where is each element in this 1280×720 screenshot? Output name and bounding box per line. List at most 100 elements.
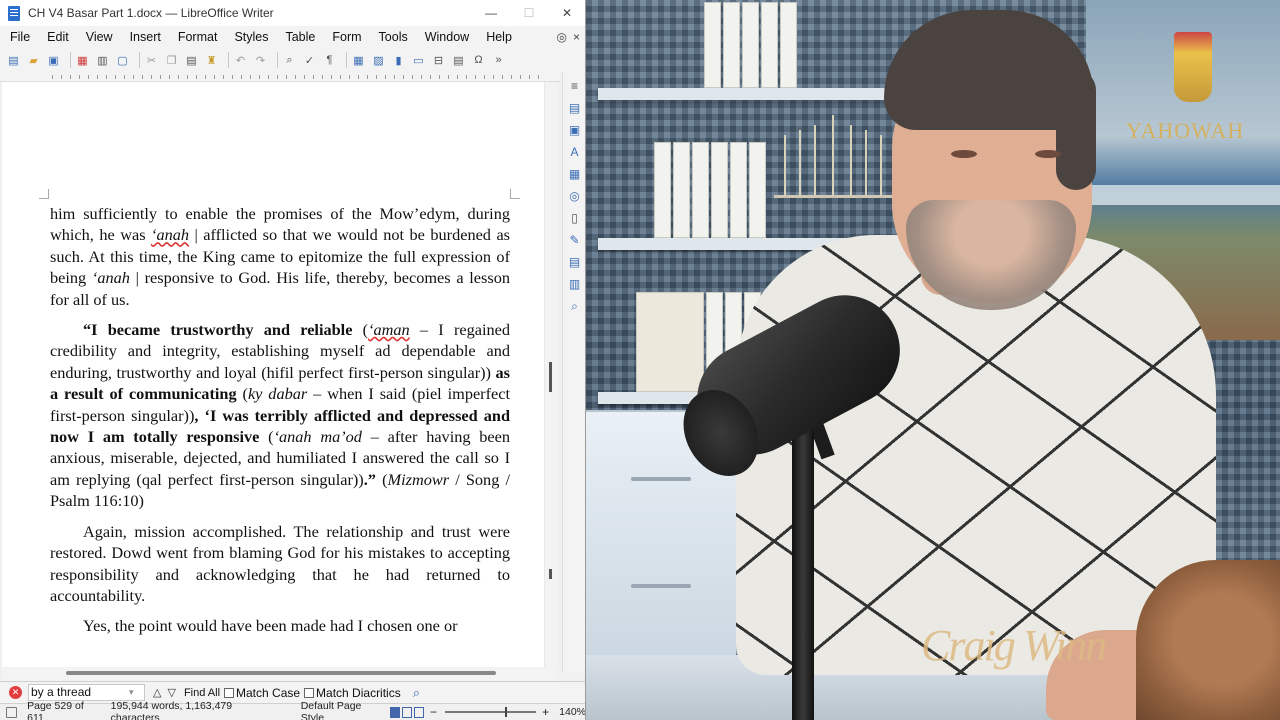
scrollbar-thumb[interactable] xyxy=(549,362,552,392)
speaker-hair-side xyxy=(1056,70,1096,190)
insert-page-break-icon[interactable]: ⊟ xyxy=(431,53,446,68)
match-case-checkbox[interactable] xyxy=(224,687,235,698)
vertical-scrollbar[interactable] xyxy=(545,82,557,667)
menu-file[interactable]: File xyxy=(0,30,37,44)
undo-icon[interactable]: ↶ xyxy=(233,53,248,68)
document-paragraph[interactable]: him sufficiently to enable the promises … xyxy=(50,203,510,310)
print-icon[interactable]: ▥ xyxy=(95,53,110,68)
new-document-icon[interactable]: ▤ xyxy=(6,53,21,68)
menu-tools[interactable]: Tools xyxy=(369,30,415,44)
document-page[interactable]: him sufficiently to enable the promises … xyxy=(2,82,544,667)
ruler-tick xyxy=(502,75,503,79)
find-replace-icon[interactable]: ⌕ xyxy=(413,685,420,701)
find-icon[interactable]: ⌕ xyxy=(567,298,583,314)
more-toolbar-icon[interactable]: » xyxy=(491,53,506,68)
save-icon[interactable]: ▣ xyxy=(46,53,61,68)
insert-textbox-icon[interactable]: ▭ xyxy=(411,53,426,68)
document-close-button[interactable]: × xyxy=(573,30,580,44)
sidebar-menu-icon[interactable]: ≡ xyxy=(567,78,583,94)
page-settings-icon[interactable]: ▯ xyxy=(567,210,583,226)
menu-help[interactable]: Help xyxy=(476,30,519,44)
scrollbar-position-marker xyxy=(549,569,552,579)
document-paragraph[interactable]: Yes, the point would have been made had … xyxy=(50,615,510,636)
horizontal-ruler[interactable] xyxy=(0,72,560,82)
insert-special-character-icon[interactable]: Ω xyxy=(471,53,486,68)
properties-icon[interactable]: ▤ xyxy=(567,100,583,116)
zoom-slider[interactable] xyxy=(444,707,537,717)
text-run: Again, mission accomplished. The relatio… xyxy=(50,521,510,605)
title-bar[interactable]: CH V4 Basar Part 1.docx — LibreOffice Wr… xyxy=(0,0,585,26)
menu-view[interactable]: View xyxy=(76,30,120,44)
find-all-button[interactable]: Find All xyxy=(184,687,220,699)
chevron-down-icon[interactable]: ▾ xyxy=(129,687,143,698)
manage-changes-icon[interactable]: ▤ xyxy=(567,254,583,270)
page-icon[interactable]: ▣ xyxy=(567,122,583,138)
zoom-level[interactable]: 140% xyxy=(559,706,585,718)
menu-table[interactable]: Table xyxy=(275,30,322,44)
copy-icon[interactable]: ❐ xyxy=(164,53,179,68)
ruler-tick xyxy=(430,75,431,79)
menu-bar: File Edit View Insert Format Styles Tabl… xyxy=(0,26,585,48)
scrollbar-thumb[interactable] xyxy=(66,671,496,675)
document-paragraph[interactable]: Again, mission accomplished. The relatio… xyxy=(50,521,510,607)
insert-field-icon[interactable]: ▤ xyxy=(451,53,466,68)
close-button[interactable]: ✕ xyxy=(548,0,585,26)
cut-icon[interactable]: ✂ xyxy=(144,53,159,68)
menu-form[interactable]: Form xyxy=(322,30,368,44)
match-diacritics-checkbox[interactable] xyxy=(304,687,315,698)
text-run: ‘aman xyxy=(368,320,410,340)
style-inspector-icon[interactable]: ✎ xyxy=(567,232,583,248)
find-previous-icon[interactable]: △ xyxy=(153,686,161,699)
menu-edit[interactable]: Edit xyxy=(37,30,76,44)
print-preview-icon[interactable]: ▢ xyxy=(115,53,130,68)
close-findbar-icon[interactable]: ✕ xyxy=(9,686,22,699)
insert-image-icon[interactable]: ▨ xyxy=(371,53,386,68)
text-run: ‘anah xyxy=(91,268,130,288)
single-page-view-icon[interactable] xyxy=(389,706,400,718)
menu-styles[interactable]: Styles xyxy=(224,30,275,44)
document-status-icon xyxy=(6,706,18,718)
redo-icon[interactable]: ↷ xyxy=(253,53,268,68)
window-title: CH V4 Basar Part 1.docx — LibreOffice Wr… xyxy=(28,6,274,20)
menorah-branch xyxy=(799,130,801,195)
zoom-out-button[interactable]: − xyxy=(430,705,437,719)
open-folder-icon[interactable]: ▰ xyxy=(26,53,41,68)
find-input[interactable]: by a thread xyxy=(28,684,145,701)
export-pdf-icon[interactable]: ▦ xyxy=(75,53,90,68)
standard-toolbar: ▤ ▰ ▣ ▦ ▥ ▢ ✂ ❐ ▤ ♜ ↶ ↷ ⌕ ✓ ¶ ▦ ▨ ▮ ▭ ⊟ … xyxy=(0,48,585,72)
menu-window[interactable]: Window xyxy=(415,30,476,44)
find-replace-icon[interactable]: ⌕ xyxy=(282,53,297,68)
insert-table-icon[interactable]: ▦ xyxy=(351,53,366,68)
clone-formatting-icon[interactable]: ♜ xyxy=(204,53,219,68)
insert-chart-icon[interactable]: ▮ xyxy=(391,53,406,68)
spelling-icon[interactable]: ✓ xyxy=(302,53,317,68)
ruler-tick xyxy=(376,75,377,79)
page-number[interactable]: Page 529 of 611 xyxy=(27,700,97,720)
mic-stand xyxy=(792,430,814,720)
maximize-button[interactable]: ☐ xyxy=(510,0,548,26)
menu-insert[interactable]: Insert xyxy=(120,30,168,44)
ruler-tick xyxy=(529,75,530,79)
globe-icon[interactable]: ◎ xyxy=(557,30,567,44)
document-paragraph[interactable]: “I became trustworthy and reliable (‘ama… xyxy=(50,319,510,512)
word-count[interactable]: 195,944 words, 1,163,479 characters xyxy=(111,700,269,720)
minimize-button[interactable]: — xyxy=(472,0,510,26)
page-style[interactable]: Default Page Style xyxy=(301,700,380,720)
paste-icon[interactable]: ▤ xyxy=(184,53,199,68)
formatting-marks-icon[interactable]: ¶ xyxy=(322,53,337,68)
drawer-handle xyxy=(631,584,691,588)
navigator-icon[interactable]: ◎ xyxy=(567,188,583,204)
document-canvas[interactable]: him sufficiently to enable the promises … xyxy=(2,82,556,667)
menu-format[interactable]: Format xyxy=(168,30,225,44)
zoom-in-button[interactable]: + xyxy=(542,705,549,719)
ruler-tick xyxy=(79,75,80,79)
find-next-icon[interactable]: ▽ xyxy=(167,686,175,699)
ruler-tick xyxy=(187,75,188,79)
design-icon[interactable]: ▥ xyxy=(567,276,583,292)
document-body-text[interactable]: him sufficiently to enable the promises … xyxy=(50,203,510,646)
horizontal-scrollbar[interactable] xyxy=(2,667,556,681)
book-view-icon[interactable] xyxy=(413,706,424,718)
styles-icon[interactable]: A xyxy=(567,144,583,160)
gallery-icon[interactable]: ▦ xyxy=(567,166,583,182)
multi-page-view-icon[interactable] xyxy=(401,706,412,718)
